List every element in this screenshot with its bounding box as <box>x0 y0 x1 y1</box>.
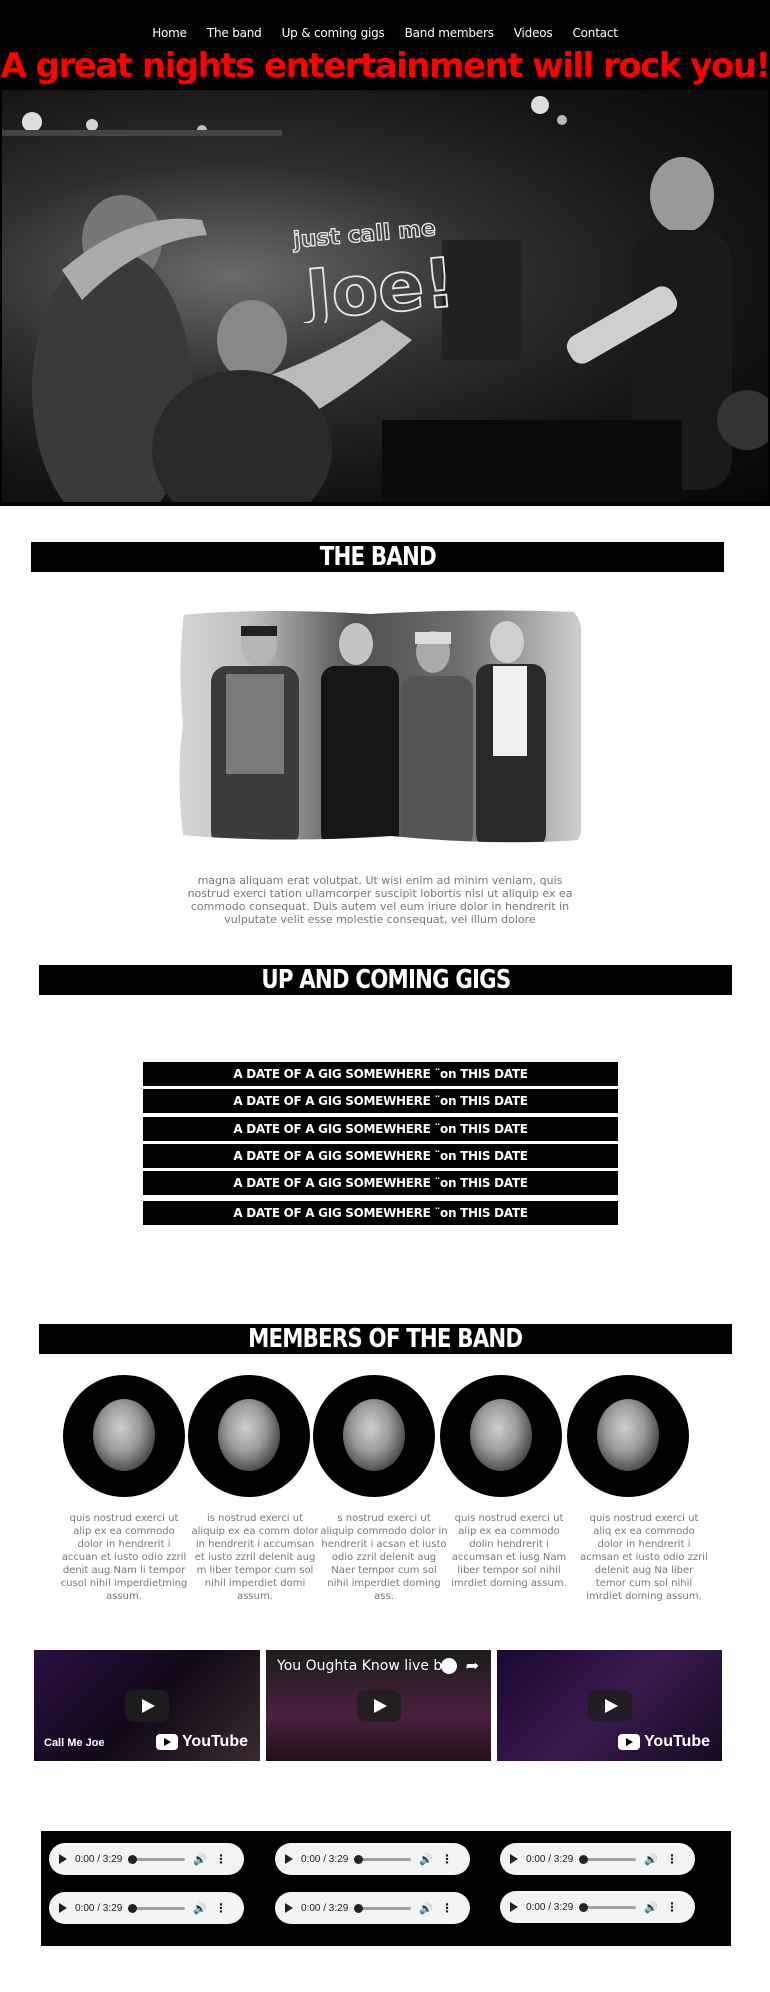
youtube-logo: YouTube <box>155 1733 248 1751</box>
more-options-icon[interactable]: ⋮ <box>666 1900 678 1914</box>
play-icon[interactable] <box>356 1689 401 1722</box>
nav-home[interactable]: Home <box>152 26 187 40</box>
hero-banner: Home The band Up & coming gigs Band memb… <box>0 0 770 506</box>
seek-slider[interactable] <box>579 1854 637 1864</box>
audio-time: 0:00 / 3:29 <box>301 1853 349 1865</box>
audio-player[interactable]: 0:00 / 3:29 🔊 ⋮ <box>500 1891 695 1923</box>
youtube-icon <box>155 1734 178 1750</box>
more-options-icon[interactable]: ⋮ <box>441 1852 453 1866</box>
volume-icon[interactable]: 🔊 <box>193 1853 207 1866</box>
video-embed[interactable]: Call Me Joe YouTube <box>34 1650 260 1761</box>
member-avatar[interactable] <box>63 1375 185 1497</box>
audio-player[interactable]: 0:00 / 3:29 🔊 ⋮ <box>49 1843 244 1875</box>
audio-time: 0:00 / 3:29 <box>75 1853 123 1865</box>
seek-slider[interactable] <box>354 1903 412 1913</box>
band-group-photo <box>171 604 581 848</box>
more-options-icon[interactable]: ⋮ <box>215 1852 227 1866</box>
seek-slider[interactable] <box>579 1902 637 1912</box>
gig-item[interactable]: A DATE OF A GIG SOMEWHERE ¨on THIS DATE <box>143 1089 618 1113</box>
section-title-band: THE BAND <box>31 542 724 572</box>
share-icon[interactable]: ➦ <box>466 1656 479 1676</box>
video-embed[interactable]: YouTube <box>497 1650 722 1761</box>
member-bio: quis nostrud exerci ut alip ex ea commod… <box>60 1513 188 1602</box>
watch-later-icon[interactable] <box>441 1658 457 1674</box>
gig-item[interactable]: A DATE OF A GIG SOMEWHERE ¨on THIS DATE <box>143 1144 618 1168</box>
seek-slider[interactable] <box>354 1854 412 1864</box>
member-bio: quis nostrud exerci ut aliq ex ea commod… <box>580 1513 708 1602</box>
play-icon[interactable] <box>510 1854 518 1864</box>
hero-title: A great nights entertainment will rock y… <box>0 46 770 86</box>
member-avatar[interactable] <box>313 1375 435 1497</box>
member-bio: s nostrud exerci ut aliquip commodo dolo… <box>320 1513 448 1602</box>
main-nav: Home The band Up & coming gigs Band memb… <box>0 26 770 40</box>
more-options-icon[interactable]: ⋮ <box>666 1852 678 1866</box>
play-icon[interactable] <box>59 1903 67 1913</box>
volume-icon[interactable]: 🔊 <box>644 1853 658 1866</box>
gig-item[interactable]: A DATE OF A GIG SOMEWHERE ¨on THIS DATE <box>143 1171 618 1195</box>
audio-player[interactable]: 0:00 / 3:29 🔊 ⋮ <box>49 1892 244 1924</box>
play-icon[interactable] <box>285 1903 293 1913</box>
member-photo <box>470 1399 532 1471</box>
volume-icon[interactable]: 🔊 <box>419 1853 433 1866</box>
play-icon[interactable] <box>587 1689 632 1722</box>
audio-player[interactable]: 0:00 / 3:29 🔊 ⋮ <box>275 1892 470 1924</box>
member-photo <box>597 1399 659 1471</box>
gig-item[interactable]: A DATE OF A GIG SOMEWHERE ¨on THIS DATE <box>143 1062 618 1086</box>
section-title-gigs: UP AND COMING GIGS <box>39 965 732 995</box>
gig-item[interactable]: A DATE OF A GIG SOMEWHERE ¨on THIS DATE <box>143 1117 618 1141</box>
more-options-icon[interactable]: ⋮ <box>215 1901 227 1915</box>
svg-text:Joe!: Joe! <box>299 244 450 323</box>
band-description: magna aliquam erat volutpat. Ut wisi eni… <box>187 874 573 926</box>
member-photo <box>218 1399 280 1471</box>
seek-slider[interactable] <box>128 1903 186 1913</box>
volume-icon[interactable]: 🔊 <box>419 1902 433 1915</box>
nav-contact[interactable]: Contact <box>572 26 617 40</box>
nav-videos[interactable]: Videos <box>514 26 553 40</box>
audio-time: 0:00 / 3:29 <box>75 1902 123 1914</box>
play-icon[interactable] <box>59 1854 67 1864</box>
audio-time: 0:00 / 3:29 <box>526 1901 574 1913</box>
youtube-logo: YouTube <box>617 1733 710 1751</box>
seek-slider[interactable] <box>128 1854 186 1864</box>
member-avatar[interactable] <box>188 1375 310 1497</box>
nav-band-members[interactable]: Band members <box>405 26 494 40</box>
video-caption: Call Me Joe <box>44 1737 105 1749</box>
video-title: You Oughta Know live b... <box>277 1658 456 1674</box>
audio-panel: 0:00 / 3:29 🔊 ⋮ 0:00 / 3:29 🔊 ⋮ 0:00 / 3… <box>41 1831 731 1946</box>
audio-player[interactable]: 0:00 / 3:29 🔊 ⋮ <box>275 1843 470 1875</box>
member-avatar[interactable] <box>567 1375 689 1497</box>
member-photo <box>93 1399 155 1471</box>
nav-the-band[interactable]: The band <box>207 26 262 40</box>
audio-time: 0:00 / 3:29 <box>526 1853 574 1865</box>
video-embed[interactable]: You Oughta Know live b... ➦ <box>266 1650 491 1761</box>
band-logo: just call me Joe! <box>290 213 460 337</box>
nav-gigs[interactable]: Up & coming gigs <box>282 26 385 40</box>
youtube-icon <box>617 1734 640 1750</box>
play-icon[interactable] <box>510 1902 518 1912</box>
member-bio: is nostrud exerci ut aliquip ex ea comm … <box>191 1513 319 1602</box>
play-icon[interactable] <box>285 1854 293 1864</box>
section-title-members: MEMBERS OF THE BAND <box>39 1324 732 1354</box>
volume-icon[interactable]: 🔊 <box>644 1901 658 1914</box>
member-photo <box>343 1399 405 1471</box>
play-icon[interactable] <box>125 1689 169 1722</box>
gig-item[interactable]: A DATE OF A GIG SOMEWHERE ¨on THIS DATE <box>143 1201 618 1225</box>
volume-icon[interactable]: 🔊 <box>193 1902 207 1915</box>
member-avatar[interactable] <box>440 1375 562 1497</box>
member-bio: quis nostrud exerci ut alip ex ea commod… <box>451 1513 567 1589</box>
audio-player[interactable]: 0:00 / 3:29 🔊 ⋮ <box>500 1843 695 1875</box>
more-options-icon[interactable]: ⋮ <box>441 1901 453 1915</box>
audio-time: 0:00 / 3:29 <box>301 1902 349 1914</box>
